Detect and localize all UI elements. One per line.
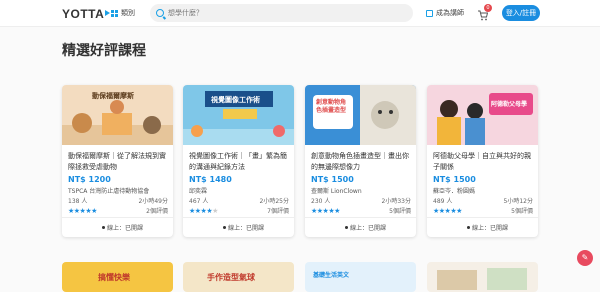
top-navbar: YOTTA 類別 成為講師 0 登入/註冊 (0, 0, 600, 27)
course-card-partial[interactable] (427, 262, 538, 292)
grid-icon (111, 9, 118, 17)
review-count: 5個評價 (389, 208, 411, 215)
section-title: 精選好評課程 (62, 43, 146, 59)
duration: 2小時25分 (259, 198, 289, 205)
course-card[interactable]: 創意動物角色插畫造型 創意動物角色插畫造型｜畫出你的無邊際想像力 NT$ 150… (305, 85, 416, 237)
thumbnail-illustration (313, 85, 416, 145)
review-count: 5個評價 (511, 208, 533, 215)
star-rating-icon: ★★★★★ (433, 206, 462, 215)
course-title: 阿德勒父母學｜自立與共好的親子關係 (433, 152, 531, 171)
course-status: 線上：已開課 (62, 217, 173, 232)
rating: ★★★★★ 2個評價 (68, 206, 168, 216)
course-price: NT$ 1500 (433, 175, 476, 184)
rating: ★★★★★ 7個評價 (189, 206, 289, 216)
star-rating-icon: ★★★★★ (68, 206, 97, 215)
course-author: 蘇亞岑．粉圓媽 (433, 188, 476, 195)
course-title: 創意動物角色插畫造型｜畫出你的無邊際想像力 (311, 152, 409, 171)
teacher-label: 成為講師 (436, 9, 464, 17)
course-stats: 138 人 2小時49分 (68, 196, 168, 205)
login-register-button[interactable]: 登入/註冊 (502, 5, 540, 21)
cart-count-badge: 0 (484, 4, 492, 12)
course-thumbnail: 視覺圖像工作術 (183, 85, 294, 145)
search-bar[interactable] (150, 4, 413, 22)
pen-icon[interactable]: ✎ (577, 250, 593, 266)
rating: ★★★★★ 5個評價 (433, 206, 533, 216)
thumbnail-illustration (437, 268, 527, 290)
search-input[interactable] (168, 9, 368, 17)
teacher-icon (426, 9, 433, 17)
star-rating-icon: ★★★★★ (311, 206, 340, 215)
review-count: 2個評價 (146, 208, 168, 215)
course-card[interactable]: 視覺圖像工作術 視覺圖像工作術｜「畫」繁為簡的溝通與紀錄方法 NT$ 1480 … (183, 85, 294, 237)
duration: 2小時33分 (381, 198, 411, 205)
course-price: NT$ 1480 (189, 175, 232, 184)
thumbnail-illustration (437, 93, 533, 145)
course-status: 線上：已開課 (305, 217, 416, 232)
course-card-partial[interactable]: 基礎生活英文 (305, 262, 416, 292)
course-thumbnail: 創意動物角色插畫造型 (305, 85, 416, 145)
course-card[interactable]: 動保福爾摩斯 動保福爾摩斯｜從了解法規到實際拯救受虐動物 NT$ 1200 TS… (62, 85, 173, 237)
course-status: 線上：已開課 (183, 217, 294, 232)
course-status: 線上：已開課 (427, 217, 538, 232)
course-price: NT$ 1200 (68, 175, 111, 184)
category-label: 類別 (121, 9, 135, 17)
course-author: TSPCA 台灣防止虐待動物協會 (68, 188, 150, 195)
become-teacher-link[interactable]: 成為講師 (426, 8, 464, 18)
logo[interactable]: YOTTA (62, 7, 111, 21)
students-count: 230 人 (311, 198, 331, 205)
course-stats: 467 人 2小時25分 (189, 196, 289, 205)
course-title: 動保福爾摩斯｜從了解法規到實際拯救受虐動物 (68, 152, 166, 171)
category-menu[interactable]: 類別 (111, 8, 135, 18)
course-author: 查爾斯 LionClown (311, 188, 362, 195)
course-card-partial[interactable]: 手作造型氣球 (183, 262, 294, 292)
course-thumbnail: 阿德勒父母學 (427, 85, 538, 145)
course-title: 視覺圖像工作術｜「畫」繁為簡的溝通與紀錄方法 (189, 152, 287, 171)
cart-button[interactable]: 0 (477, 4, 492, 21)
students-count: 489 人 (433, 198, 453, 205)
rating: ★★★★★ 5個評價 (311, 206, 411, 216)
course-thumbnail: 動保福爾摩斯 (62, 85, 173, 145)
course-card[interactable]: 阿德勒父母學 阿德勒父母學｜自立與共好的親子關係 NT$ 1500 蘇亞岑．粉圓… (427, 85, 538, 237)
course-stats: 230 人 2小時33分 (311, 196, 411, 205)
search-icon (156, 9, 164, 17)
review-count: 7個評價 (267, 208, 289, 215)
students-count: 138 人 (68, 198, 88, 205)
course-author: 邱奕霖 (189, 188, 208, 195)
duration: 2小時49分 (138, 198, 168, 205)
students-count: 467 人 (189, 198, 209, 205)
course-stats: 489 人 5小時12分 (433, 196, 533, 205)
duration: 5小時12分 (503, 198, 533, 205)
course-price: NT$ 1500 (311, 175, 354, 184)
star-rating-icon: ★★★★★ (189, 206, 218, 215)
logo-arrow-icon (105, 10, 111, 16)
course-card-partial[interactable]: 搞懂快樂 (62, 262, 173, 292)
thumbnail-illustration (183, 91, 294, 145)
